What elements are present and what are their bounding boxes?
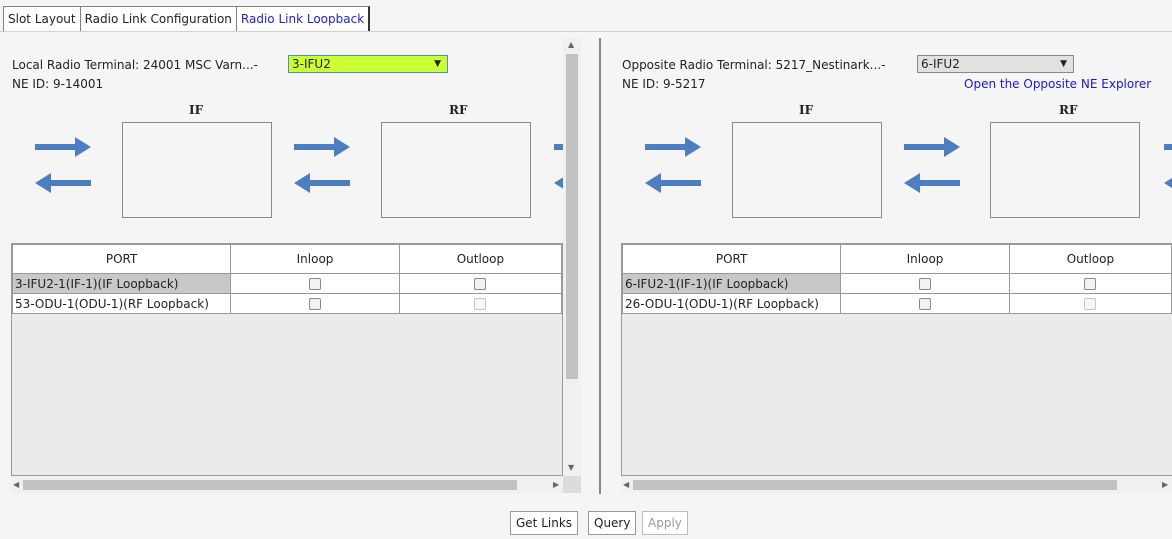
arrow-right-icon (1164, 141, 1172, 153)
scroll-up-icon[interactable]: ▲ (568, 40, 574, 49)
local-terminal-label: Local Radio Terminal: 24001 MSC Varn...- (12, 58, 258, 72)
arrow-left-icon (35, 173, 91, 193)
scroll-thumb[interactable] (23, 480, 517, 490)
open-opposite-ne-explorer-link[interactable]: Open the Opposite NE Explorer (964, 77, 1151, 91)
arrow-right-icon (645, 137, 701, 157)
table-row: 53-ODU-1(ODU-1)(RF Loopback) (12, 293, 562, 314)
local-if-box (122, 122, 272, 218)
table-row: 26-ODU-1(ODU-1)(RF Loopback) (622, 293, 1172, 314)
local-ne-id: NE ID: 9-14001 (12, 77, 104, 91)
outloop-cell (398, 273, 562, 294)
port-cell: 3-IFU2-1(IF-1)(IF Loopback) (12, 273, 232, 294)
opposite-ne-id: NE ID: 9-5217 (622, 77, 706, 91)
arrow-left-icon (554, 173, 563, 193)
query-button[interactable]: Query (588, 511, 637, 535)
opposite-terminal-label: Opposite Radio Terminal: 5217_Nestinark.… (622, 58, 886, 72)
outloop-cell (398, 293, 562, 314)
inloop-cell (230, 273, 400, 294)
inloop-checkbox[interactable] (919, 298, 932, 310)
arrow-left-icon (645, 173, 701, 193)
port-cell: 53-ODU-1(ODU-1)(RF Loopback) (12, 293, 232, 314)
local-vertical-scrollbar[interactable]: ▲ ▼ (563, 38, 581, 476)
dropdown-arrow-icon: ▼ (1060, 59, 1067, 69)
arrow-left-icon (1164, 173, 1172, 193)
inloop-checkbox[interactable] (309, 298, 322, 310)
opposite-loopback-table-area: PORT Inloop Outloop 6-IFU2-1(IF-1)(IF Lo… (621, 243, 1172, 476)
opposite-rf-header: RF (1059, 103, 1078, 117)
arrow-right-icon (904, 137, 960, 157)
opposite-loopback-table: PORT Inloop Outloop 6-IFU2-1(IF-1)(IF Lo… (622, 244, 1172, 314)
arrow-right-icon (35, 137, 91, 157)
inloop-checkbox[interactable] (919, 278, 932, 290)
local-loopback-table-area: PORT Inloop Outloop 3-IFU2-1(IF-1)(IF Lo… (11, 243, 563, 476)
scroll-right-icon[interactable]: ▶ (1162, 480, 1168, 489)
port-cell: 26-ODU-1(ODU-1)(RF Loopback) (622, 293, 842, 314)
arrow-left-icon (294, 173, 350, 193)
tab-underline (0, 31, 1172, 32)
scroll-left-icon[interactable]: ◀ (13, 480, 19, 489)
arrow-right-icon (554, 141, 563, 153)
col-header-inloop: Inloop (840, 244, 1010, 274)
outloop-checkbox[interactable] (474, 278, 487, 290)
local-ifu-select[interactable]: 3-IFU2 ▼ (288, 55, 448, 73)
inloop-cell (840, 273, 1010, 294)
arrow-left-icon (904, 173, 960, 193)
local-loopback-table: PORT Inloop Outloop 3-IFU2-1(IF-1)(IF Lo… (12, 244, 562, 314)
outloop-checkbox-disabled (1084, 298, 1097, 310)
inloop-cell (840, 293, 1010, 314)
opposite-if-header: IF (799, 103, 814, 117)
opposite-horizontal-scrollbar[interactable]: ◀ ▶ (621, 476, 1172, 493)
local-rf-box (381, 122, 531, 218)
local-rf-header: RF (449, 103, 468, 117)
inloop-checkbox[interactable] (309, 278, 322, 290)
local-if-header: IF (189, 103, 204, 117)
tab-bar: Slot Layout Radio Link Configuration Rad… (3, 6, 371, 32)
scroll-corner (563, 476, 581, 493)
opposite-ifu-select-value: 6-IFU2 (921, 57, 960, 71)
col-header-outloop: Outloop (1008, 244, 1172, 274)
opposite-if-box (732, 122, 882, 218)
opposite-ifu-select[interactable]: 6-IFU2 ▼ (917, 55, 1074, 73)
panel-divider[interactable] (599, 38, 601, 494)
get-links-button[interactable]: Get Links (510, 511, 579, 535)
scroll-down-icon[interactable]: ▼ (568, 463, 574, 472)
col-header-port: PORT (12, 244, 232, 274)
tab-radio-link-loopback[interactable]: Radio Link Loopback (235, 6, 371, 31)
tab-radio-link-configuration[interactable]: Radio Link Configuration (79, 6, 237, 31)
scroll-thumb[interactable] (566, 54, 578, 379)
clipped-arrows (1158, 130, 1172, 200)
table-row: 6-IFU2-1(IF-1)(IF Loopback) (622, 273, 1172, 294)
outloop-cell (1008, 293, 1172, 314)
dropdown-arrow-icon: ▼ (434, 59, 441, 69)
outloop-checkbox[interactable] (1084, 278, 1097, 290)
outloop-cell (1008, 273, 1172, 294)
arrow-right-icon (294, 137, 350, 157)
scroll-right-icon[interactable]: ▶ (553, 480, 559, 489)
scroll-left-icon[interactable]: ◀ (623, 480, 629, 489)
col-header-inloop: Inloop (230, 244, 400, 274)
clipped-arrows (548, 130, 563, 200)
local-ifu-select-value: 3-IFU2 (292, 57, 331, 71)
scroll-thumb[interactable] (633, 480, 1117, 490)
tab-slot-layout[interactable]: Slot Layout (3, 6, 81, 31)
port-cell: 6-IFU2-1(IF-1)(IF Loopback) (622, 273, 842, 294)
outloop-checkbox-disabled (474, 298, 487, 310)
col-header-port: PORT (622, 244, 842, 274)
apply-button: Apply (642, 511, 688, 535)
inloop-cell (230, 293, 400, 314)
col-header-outloop: Outloop (398, 244, 562, 274)
opposite-rf-box (990, 122, 1140, 218)
local-horizontal-scrollbar[interactable]: ◀ ▶ (11, 476, 563, 493)
table-row: 3-IFU2-1(IF-1)(IF Loopback) (12, 273, 562, 294)
